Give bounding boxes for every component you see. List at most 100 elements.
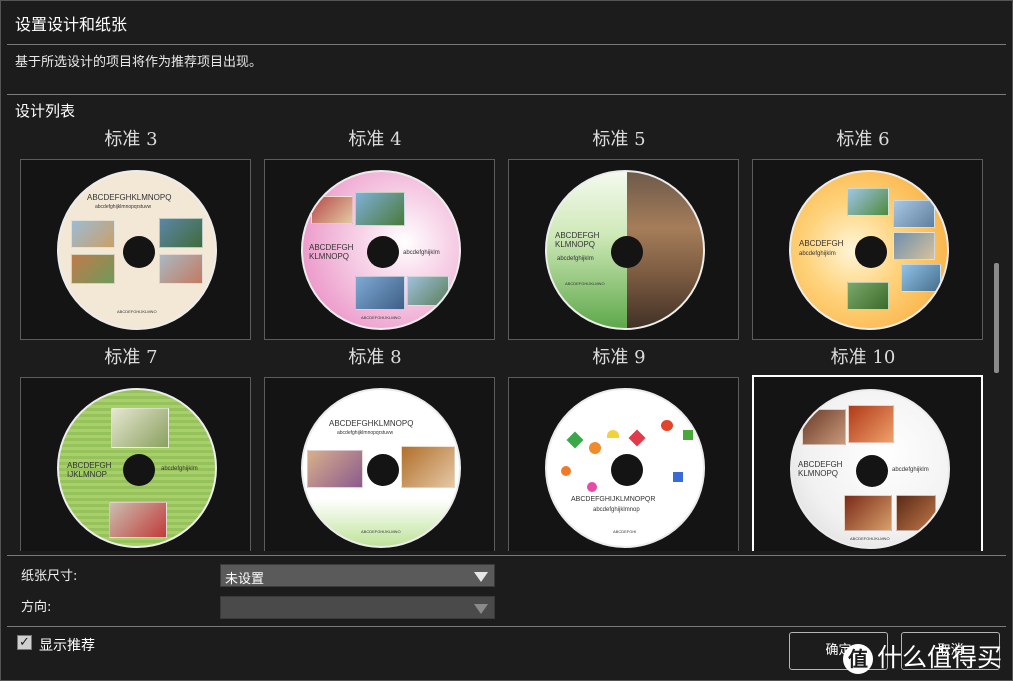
design-label: 标准 9 (592, 347, 646, 368)
disc-subtitle-text: abcdefghijklmnopqrstuvw (337, 430, 394, 436)
design-label: 标准 10 (830, 347, 896, 368)
star-decoration (566, 431, 584, 449)
divider (7, 555, 1006, 556)
photo (109, 502, 167, 538)
disc-subtitle-text: abcdefghijklmnop (593, 507, 640, 513)
design-thumbnail[interactable]: ABCDEFGHKLMNOPQ abcdefghijklmnopqrstuvw … (20, 159, 251, 340)
disc-footer-text: ABCDEFGHIJKLMNO (361, 529, 401, 534)
dialog-title: 设置设计和纸张 (15, 15, 128, 34)
square-decoration (683, 430, 693, 440)
watermark-badge: 值 (843, 644, 873, 674)
heart-decoration (661, 420, 673, 431)
divider (7, 626, 1006, 627)
orientation-select[interactable] (220, 596, 495, 619)
design-grid: 标准 3 ABCDEFGHKLMNOPQ abcdefghijklmnopqrs… (15, 119, 993, 551)
disc-hole (367, 236, 399, 268)
photo (307, 450, 363, 488)
design-label: 标准 6 (836, 129, 890, 150)
dot-decoration (589, 442, 601, 454)
checkmark-icon: ✓ (19, 635, 30, 650)
design-label: 标准 3 (104, 129, 158, 150)
design-thumbnail[interactable]: ABCDEFGH abcdefghijklm (752, 159, 983, 340)
disc-title-text: ABCDEFGHIJKLMNOPQR (571, 496, 656, 503)
disc-subtitle-text: abcdefghijklm (892, 467, 929, 473)
disc-image: ABCDEFGH KLMNOPQ abcdefghijklm ABCDEFGHI… (790, 389, 950, 549)
disc-hole (611, 236, 643, 268)
disc-title-text: ABCDEFGH (799, 239, 844, 248)
disc-hole (856, 455, 888, 487)
divider (7, 44, 1006, 45)
disc-subtitle-text: abcdefghijklm (557, 256, 594, 262)
disc-title-text: KLMNOPQ (555, 240, 596, 249)
dialog-description: 基于所选设计的项目将作为推荐项目出现。 (15, 55, 263, 70)
divider (7, 94, 1006, 95)
design-thumbnail[interactable]: ABCDEFGH KLMNOPQ abcdefghijklm ABCDEFGHI… (508, 159, 739, 340)
paper-size-label: 纸张尺寸: (21, 569, 78, 584)
design-label: 标准 4 (348, 129, 402, 150)
disc-image: ABCDEFGH abcdefghijklm (789, 170, 949, 330)
disc-image: ABCDEFGH IJKLMNOP abcdefghijklm (57, 388, 217, 548)
photo (847, 188, 889, 216)
orientation-label: 方向: (21, 600, 52, 615)
square-decoration (673, 472, 683, 482)
photo (159, 218, 203, 248)
paper-size-value: 未设置 (225, 572, 265, 587)
design-list-scrollbar[interactable] (994, 263, 999, 373)
photo (355, 192, 405, 226)
photo (802, 409, 846, 445)
photo (848, 405, 894, 443)
photo (847, 282, 889, 310)
watermark: 值什么值得买 (843, 638, 1002, 674)
design-thumbnail-selected[interactable]: ABCDEFGH KLMNOPQ abcdefghijklm ABCDEFGHI… (752, 375, 983, 551)
disc-title-text: IJKLMNOP (67, 470, 108, 479)
design-label: 标准 5 (592, 129, 646, 150)
disc-subtitle-text: abcdefghijklm (161, 466, 198, 472)
photo (71, 220, 115, 248)
heart-decoration (561, 466, 571, 476)
photo (893, 232, 935, 260)
photo (896, 495, 936, 531)
design-label: 标准 7 (104, 347, 158, 368)
disc-footer-text: ABCDEFGHIJKLMNO (565, 281, 605, 286)
design-thumbnail[interactable]: ABCDEFGHIJKLMNOPQR abcdefghijklmnop ABCD… (508, 377, 739, 551)
design-list-label: 设计列表 (15, 102, 76, 120)
heart-decoration (587, 482, 597, 492)
disc-footer-text: ABCDEFGHIJKLMNO (117, 309, 157, 314)
disc-image: ABCDEFGH KLMNOPQ abcdefghijklm ABCDEFGHI… (545, 170, 705, 330)
photo (901, 264, 941, 292)
disc-image: ABCDEFGHIJKLMNOPQR abcdefghijklmnop ABCD… (545, 388, 705, 548)
dropdown-arrow-icon (474, 604, 488, 614)
design-thumbnail[interactable]: ABCDEFGH KLMNOPQ abcdefghijklm ABCDEFGHI… (264, 159, 495, 340)
disc-image: ABCDEFGHKLMNOPQ abcdefghijklmnopqrstuvw … (301, 388, 461, 548)
photo (407, 276, 449, 306)
disc-footer-text: ABCDEFGHI (613, 529, 637, 534)
disc-hole (123, 454, 155, 486)
disc-subtitle-text: abcdefghijklm (403, 250, 440, 256)
photo (401, 446, 455, 488)
watermark-text: 什么值得买 (877, 643, 1003, 672)
photo (355, 276, 405, 310)
design-thumbnail[interactable]: ABCDEFGH IJKLMNOP abcdefghijklm (20, 377, 251, 551)
disc-footer-text: ABCDEFGHIJKLMNO (850, 536, 890, 541)
photo (311, 196, 353, 224)
design-paper-dialog: 设置设计和纸张 基于所选设计的项目将作为推荐项目出现。 设计列表 标准 3 AB… (0, 0, 1013, 681)
photo (159, 254, 203, 284)
disc-title-text: ABCDEFGHKLMNOPQ (329, 419, 414, 428)
star-decoration (628, 429, 646, 447)
disc-hole (855, 236, 887, 268)
disc-title-text: KLMNOPQ (798, 469, 839, 478)
dropdown-arrow-icon (474, 572, 488, 582)
disc-image: ABCDEFGH KLMNOPQ abcdefghijklm ABCDEFGHI… (301, 170, 461, 330)
photo (893, 200, 935, 228)
disc-image: ABCDEFGHKLMNOPQ abcdefghijklmnopqrstuvw … (57, 170, 217, 330)
design-thumbnail[interactable]: ABCDEFGHKLMNOPQ abcdefghijklmnopqrstuvw … (264, 377, 495, 551)
photo (844, 495, 892, 531)
disc-title-text: KLMNOPQ (309, 252, 350, 261)
disc-hole (367, 454, 399, 486)
photo (71, 254, 115, 284)
show-recommend-checkbox[interactable]: ✓ (17, 635, 32, 650)
design-label: 标准 8 (348, 347, 402, 368)
disc-footer-text: ABCDEFGHIJKLMNO (361, 315, 401, 320)
moon-decoration (607, 430, 619, 438)
paper-size-select[interactable]: 未设置 (220, 564, 495, 587)
